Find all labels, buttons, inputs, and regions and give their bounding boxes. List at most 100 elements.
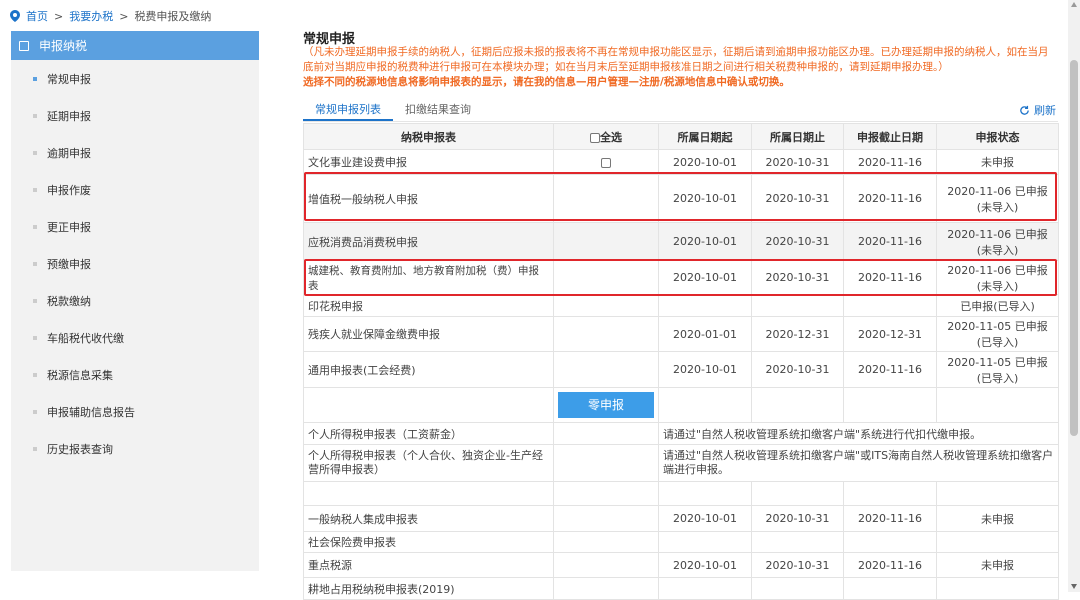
- table-row: 零申报: [303, 387, 1059, 423]
- select-all-label: 全选: [600, 130, 622, 144]
- row-select-cell: [553, 351, 659, 388]
- table-row: 应税消费品消费税申报 2020-10-01 2020-10-31 2020-11…: [303, 222, 1059, 261]
- period-end: 2020-10-31: [751, 174, 844, 223]
- form-name-link[interactable]: 一般纳税人集成申报表: [303, 505, 554, 532]
- period-end: 2020-12-31: [751, 316, 844, 352]
- row-select-cell: [553, 149, 659, 175]
- empty-cell: [751, 387, 844, 423]
- sidebar-item-correction-filing[interactable]: 更正申报: [11, 208, 259, 245]
- form-name-link[interactable]: 残疾人就业保障金缴费申报: [303, 316, 554, 352]
- sidebar-item-prepayment-filing[interactable]: 预缴申报: [11, 245, 259, 282]
- sidebar-item-label: 税源信息采集: [47, 368, 113, 382]
- empty-cell: [936, 481, 1059, 506]
- sidebar-item-tax-payment[interactable]: 税款缴纳: [11, 282, 259, 319]
- empty-cell: [303, 481, 554, 506]
- empty-cell: [751, 481, 844, 506]
- sidebar-header[interactable]: 申报纳税: [11, 31, 259, 60]
- status: 2020-11-05 已申报(已导入): [936, 351, 1059, 388]
- table-header-row: 纳税申报表 全选 所属日期起 所属日期止 申报截止日期 申报状态: [303, 123, 1059, 150]
- form-name-link[interactable]: 社会保险费申报表: [303, 531, 554, 553]
- breadcrumb-section-link[interactable]: 我要办税: [69, 8, 113, 24]
- sidebar-header-label: 申报纳税: [39, 39, 88, 53]
- tab-withholding-results[interactable]: 扣缴结果查询: [393, 100, 483, 121]
- refresh-button[interactable]: 刷新: [1019, 102, 1056, 118]
- form-name-link[interactable]: 通用申报表(工会经费): [303, 351, 554, 388]
- table-row: 增值税一般纳税人申报 2020-10-01 2020-10-31 2020-11…: [303, 174, 1059, 223]
- deadline: 2020-11-16: [843, 351, 937, 388]
- sidebar-item-vehicle-tax[interactable]: 车船税代收代缴: [11, 319, 259, 356]
- form-name-link[interactable]: 增值税一般纳税人申报: [303, 174, 554, 223]
- breadcrumb-home-link[interactable]: 首页: [26, 8, 48, 24]
- bullet-icon: [33, 261, 37, 266]
- select-all-checkbox[interactable]: [590, 132, 600, 143]
- row-checkbox[interactable]: [601, 157, 611, 168]
- sidebar-item-extension-filing[interactable]: 延期申报: [11, 97, 259, 134]
- main-content: 常规申报 （凡未办理延期申报手续的纳税人，征期后应报未报的报表将不再在常规申报功…: [303, 28, 1060, 600]
- period-end: 2020-10-31: [751, 552, 844, 578]
- row-select-cell: [553, 260, 659, 295]
- deadline: [843, 531, 937, 553]
- scrollbar-thumb[interactable]: [1070, 60, 1078, 436]
- sidebar-item-void-filing[interactable]: 申报作废: [11, 171, 259, 208]
- sidebar-item-history-query[interactable]: 历史报表查询: [11, 430, 259, 467]
- sidebar-item-regular-filing[interactable]: 常规申报: [11, 60, 259, 97]
- status: 2020-11-05 已申报(已导入): [936, 316, 1059, 352]
- table-row: 通用申报表(工会经费) 2020-10-01 2020-10-31 2020-1…: [303, 351, 1059, 388]
- column-header-period-start: 所属日期起: [658, 123, 752, 150]
- sidebar-item-overdue-filing[interactable]: 逾期申报: [11, 134, 259, 171]
- period-start: 2020-10-01: [658, 505, 752, 532]
- period-end: 2020-10-31: [751, 149, 844, 175]
- bullet-icon: [33, 446, 37, 451]
- status: 2020-11-06 已申报(未导入): [936, 260, 1059, 295]
- empty-cell: [553, 422, 659, 445]
- form-note: 请通过"自然人税收管理系统扣缴客户端"系统进行代扣代缴申报。: [658, 422, 1059, 445]
- sidebar-item-tax-source-info[interactable]: 税源信息采集: [11, 356, 259, 393]
- period-start: 2020-10-01: [658, 351, 752, 388]
- empty-cell: [843, 387, 937, 423]
- square-icon: [19, 40, 29, 51]
- period-start: 2020-10-01: [658, 222, 752, 261]
- form-name-link[interactable]: 个人所得税申报表（工资薪金）: [303, 422, 554, 445]
- deadline: [843, 577, 937, 600]
- form-name-link[interactable]: 印花税申报: [303, 294, 554, 317]
- zero-filing-button[interactable]: 零申报: [558, 392, 654, 418]
- period-start: 2020-10-01: [658, 552, 752, 578]
- row-select-cell: [553, 531, 659, 553]
- period-start: [658, 294, 752, 317]
- table-row: 重点税源 2020-10-01 2020-10-31 2020-11-16 未申…: [303, 552, 1059, 578]
- table-row: 残疾人就业保障金缴费申报 2020-01-01 2020-12-31 2020-…: [303, 316, 1059, 352]
- column-header-deadline: 申报截止日期: [843, 123, 937, 150]
- page-scrollbar[interactable]: [1068, 0, 1080, 592]
- sidebar-item-label: 预缴申报: [47, 257, 91, 271]
- sidebar-item-label: 延期申报: [47, 109, 91, 123]
- table-row: 城建税、教育费附加、地方教育附加税（费）申报表 2020-10-01 2020-…: [303, 260, 1059, 295]
- table-row: 一般纳税人集成申报表 2020-10-01 2020-10-31 2020-11…: [303, 505, 1059, 532]
- bullet-icon: [33, 372, 37, 377]
- status: [936, 577, 1059, 600]
- sidebar-item-label: 常规申报: [47, 72, 91, 86]
- empty-cell: [658, 387, 752, 423]
- table-row: 社会保险费申报表: [303, 531, 1059, 553]
- deadline: 2020-12-31: [843, 316, 937, 352]
- form-name-link[interactable]: 个人所得税申报表（个人合伙、独资企业-生产经营所得申报表）: [303, 444, 554, 482]
- form-name-link[interactable]: 文化事业建设费申报: [303, 149, 554, 175]
- tab-regular-filing-list[interactable]: 常规申报列表: [303, 100, 393, 121]
- form-name-link[interactable]: 重点税源: [303, 552, 554, 578]
- sidebar-item-auxiliary-report[interactable]: 申报辅助信息报告: [11, 393, 259, 430]
- zero-filing-cell: 零申报: [553, 387, 659, 423]
- row-select-cell: [553, 552, 659, 578]
- empty-cell: [658, 481, 752, 506]
- form-name-link[interactable]: 耕地占用税纳税申报表(2019): [303, 577, 554, 600]
- status: 2020-11-06 已申报(未导入): [936, 222, 1059, 261]
- period-start: 2020-01-01: [658, 316, 752, 352]
- scroll-down-icon[interactable]: [1071, 584, 1077, 589]
- status: 未申报: [936, 505, 1059, 532]
- row-select-cell: [553, 222, 659, 261]
- sidebar-item-label: 申报辅助信息报告: [47, 405, 135, 419]
- form-name-link[interactable]: 城建税、教育费附加、地方教育附加税（费）申报表: [303, 260, 554, 295]
- column-header-select-all[interactable]: 全选: [553, 123, 659, 150]
- scroll-up-icon[interactable]: [1071, 2, 1077, 7]
- form-name-link[interactable]: 应税消费品消费税申报: [303, 222, 554, 261]
- deadline: 2020-11-16: [843, 149, 937, 175]
- column-header-period-end: 所属日期止: [751, 123, 844, 150]
